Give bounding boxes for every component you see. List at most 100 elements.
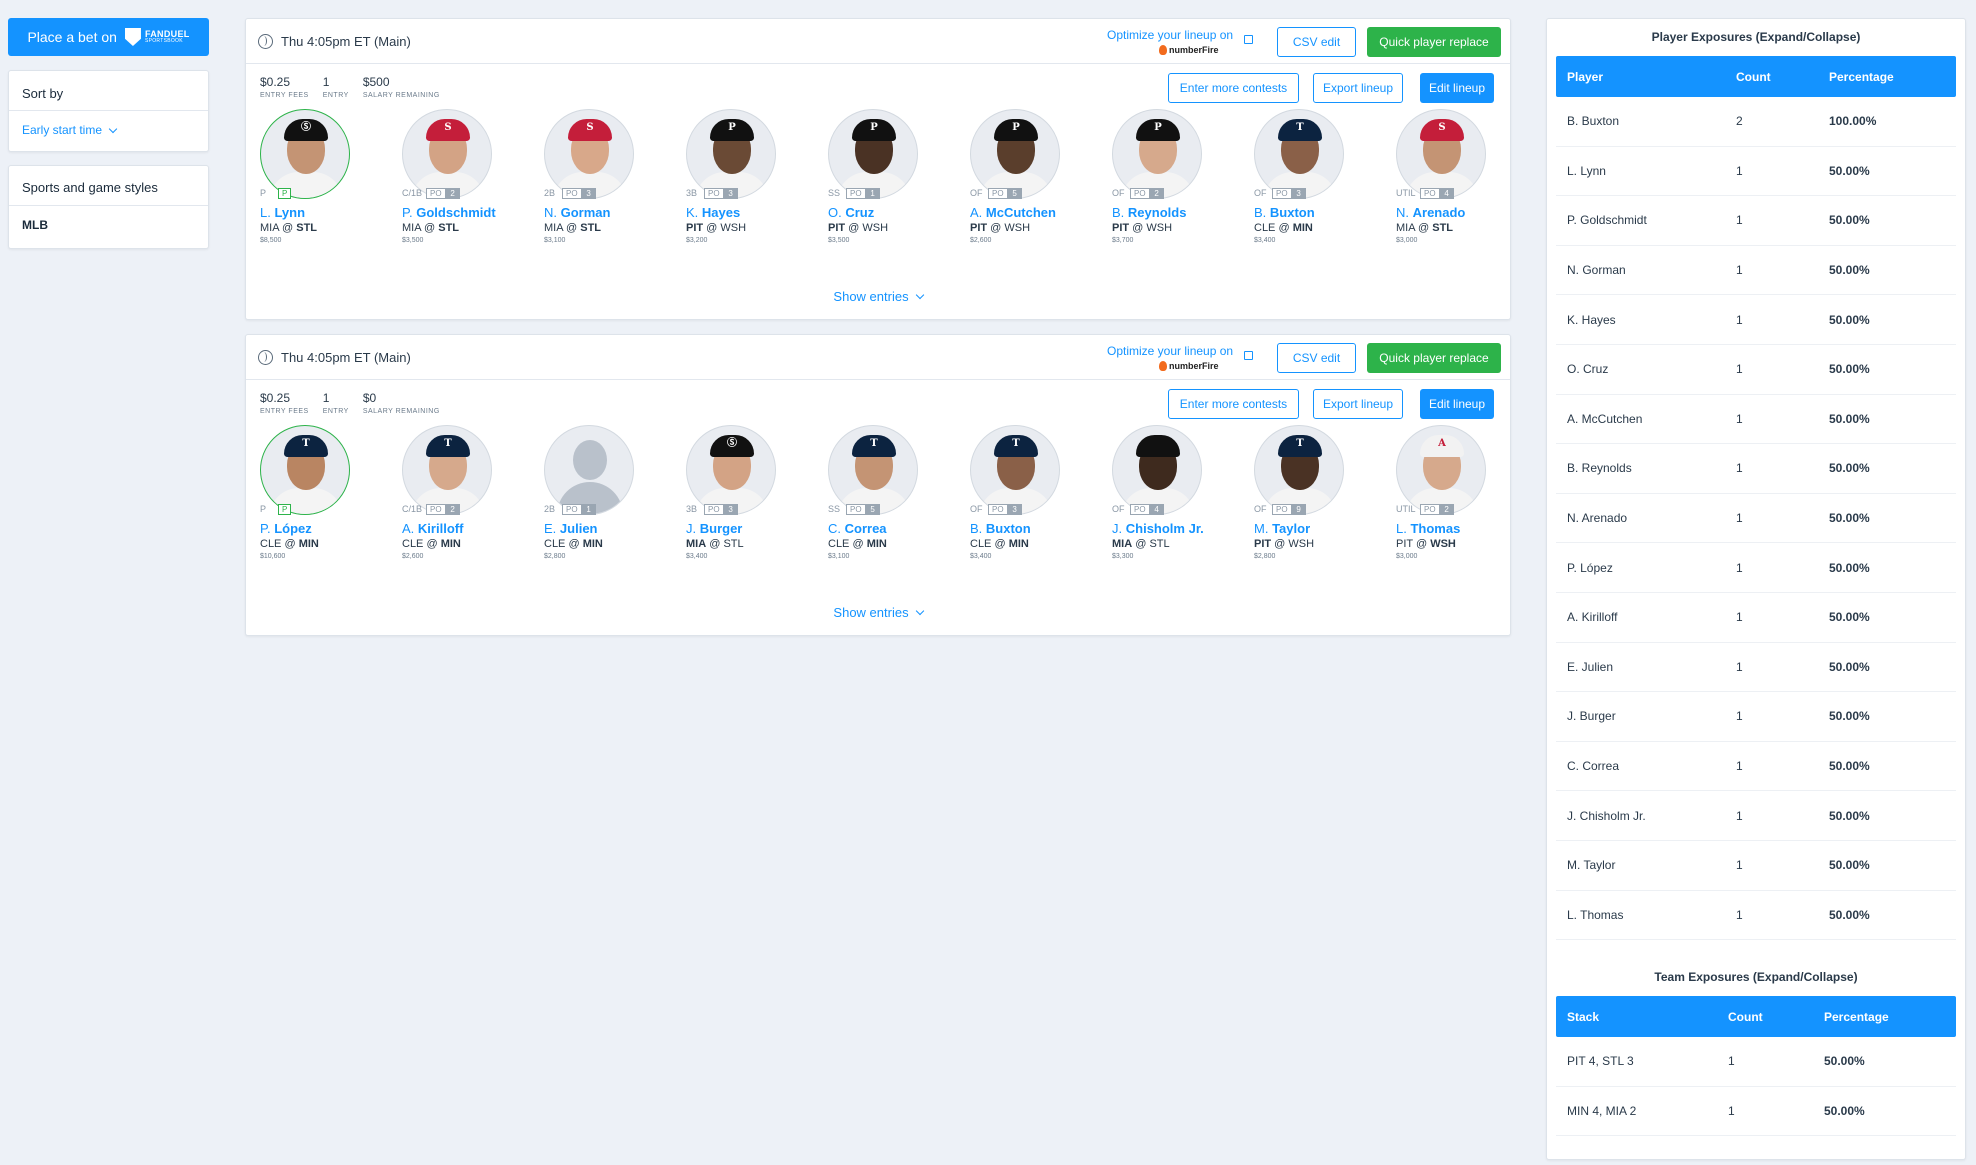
player-card[interactable]: S UTIL PO 4 N. Arenado MIA @ STL $3,000 [1396, 109, 1538, 244]
table-row[interactable]: P. Goldschmidt 1 50.00% [1556, 196, 1956, 246]
player-avatar[interactable]: P [828, 109, 918, 199]
player-tags: OF PO 4 [1112, 503, 1164, 515]
player-name[interactable]: M. Taylor [1254, 521, 1396, 536]
edit-lineup-button[interactable]: Edit lineup [1420, 73, 1494, 103]
table-row[interactable]: K. Hayes 1 50.00% [1556, 295, 1956, 345]
player-avatar[interactable]: P [686, 109, 776, 199]
team-cap-logo: P [1012, 122, 1020, 133]
player-card[interactable]: Ⓢ 3B PO 3 J. Burger MIA @ STL $3,400 [686, 425, 828, 560]
player-card[interactable]: T P P P. López CLE @ MIN $10,600 [260, 425, 402, 560]
player-name[interactable]: J. Burger [686, 521, 828, 536]
csv-edit-button[interactable]: CSV edit [1277, 343, 1356, 373]
player-avatar[interactable]: P [1112, 109, 1202, 199]
player-name[interactable]: E. Julien [544, 521, 686, 536]
player-name[interactable]: N. Arenado [1396, 205, 1538, 220]
player-name[interactable]: B. Buxton [970, 521, 1112, 536]
table-cell: 50.00% [1829, 659, 1870, 674]
enter-more-contests-button[interactable]: Enter more contests [1168, 73, 1299, 103]
player-name[interactable]: B. Buxton [1254, 205, 1396, 220]
table-row[interactable]: J. Burger 1 50.00% [1556, 692, 1956, 742]
edit-lineup-button[interactable]: Edit lineup [1420, 389, 1494, 419]
show-entries-toggle[interactable]: Show entries [246, 289, 1510, 304]
table-row[interactable]: N. Arenado 1 50.00% [1556, 494, 1956, 544]
sort-dropdown[interactable]: Early start time [9, 111, 208, 149]
player-name[interactable]: O. Cruz [828, 205, 970, 220]
quick-player-replace-button[interactable]: Quick player replace [1367, 27, 1501, 57]
player-card[interactable]: 2B PO 1 E. Julien CLE @ MIN $2,800 [544, 425, 686, 560]
table-row[interactable]: B. Reynolds 1 50.00% [1556, 444, 1956, 494]
player-name[interactable]: K. Hayes [686, 205, 828, 220]
enter-more-contests-button[interactable]: Enter more contests [1168, 389, 1299, 419]
export-lineup-button[interactable]: Export lineup [1313, 389, 1403, 419]
player-avatar[interactable]: S [544, 109, 634, 199]
csv-edit-button[interactable]: CSV edit [1277, 27, 1356, 57]
player-card[interactable]: S C/1B PO 2 P. Goldschmidt MIA @ STL $3,500 [402, 109, 544, 244]
table-row[interactable]: O. Cruz 1 50.00% [1556, 345, 1956, 395]
table-row[interactable]: PIT 4, STL 3 1 50.00% [1556, 1037, 1956, 1087]
export-lineup-button[interactable]: Export lineup [1313, 73, 1403, 103]
table-row[interactable]: E. Julien 1 50.00% [1556, 643, 1956, 693]
player-exposures-toggle[interactable]: Player Exposures (Expand/Collapse) [1547, 30, 1965, 44]
player-avatar[interactable] [1112, 425, 1202, 515]
player-avatar[interactable]: P [970, 109, 1060, 199]
table-row[interactable]: M. Taylor 1 50.00% [1556, 841, 1956, 891]
numberfire-optimize-link[interactable]: Optimize your lineup on numberFire [1107, 28, 1253, 55]
player-card[interactable]: OF PO 4 J. Chisholm Jr. MIA @ STL $3,300 [1112, 425, 1254, 560]
player-avatar[interactable]: T [970, 425, 1060, 515]
table-row[interactable]: L. Lynn 1 50.00% [1556, 147, 1956, 197]
player-card[interactable]: T C/1B PO 2 A. Kirilloff CLE @ MIN $2,600 [402, 425, 544, 560]
player-avatar[interactable] [544, 425, 634, 515]
player-name[interactable]: L. Thomas [1396, 521, 1538, 536]
player-card[interactable]: Ⓢ P P L. Lynn MIA @ STL $8,500 [260, 109, 402, 244]
player-name[interactable]: P. López [260, 521, 402, 536]
table-row[interactable]: P. López 1 50.00% [1556, 543, 1956, 593]
sport-filter-mlb[interactable]: MLB [9, 206, 208, 244]
lineup-card: Thu 4:05pm ET (Main) Optimize your lineu… [245, 18, 1511, 320]
table-row[interactable]: A. McCutchen 1 50.00% [1556, 395, 1956, 445]
table-row[interactable]: N. Gorman 1 50.00% [1556, 246, 1956, 296]
player-card[interactable]: A UTIL PO 2 L. Thomas PIT @ WSH $3,000 [1396, 425, 1538, 560]
team-exposures-toggle[interactable]: Team Exposures (Expand/Collapse) [1547, 970, 1965, 984]
player-avatar[interactable]: S [1396, 109, 1486, 199]
table-row[interactable]: L. Thomas 1 50.00% [1556, 891, 1956, 941]
player-name[interactable]: J. Chisholm Jr. [1112, 521, 1254, 536]
player-name[interactable]: C. Correa [828, 521, 970, 536]
player-avatar[interactable]: T [828, 425, 918, 515]
player-card[interactable]: P 3B PO 3 K. Hayes PIT @ WSH $3,200 [686, 109, 828, 244]
table-cell: 50.00% [1829, 808, 1870, 823]
table-row[interactable]: C. Correa 1 50.00% [1556, 742, 1956, 792]
player-last-name: Goldschmidt [416, 205, 496, 220]
place-bet-button[interactable]: Place a bet on FANDUEL SPORTSBOOK [8, 18, 209, 56]
player-name[interactable]: L. Lynn [260, 205, 402, 220]
player-card[interactable]: T OF PO 3 B. Buxton CLE @ MIN $3,400 [970, 425, 1112, 560]
numberfire-optimize-link[interactable]: Optimize your lineup on numberFire [1107, 344, 1253, 371]
player-avatar[interactable]: T [1254, 425, 1344, 515]
player-avatar[interactable]: Ⓢ [686, 425, 776, 515]
player-card[interactable]: P OF PO 5 A. McCutchen PIT @ WSH $2,600 [970, 109, 1112, 244]
player-card[interactable]: P OF PO 2 B. Reynolds PIT @ WSH $3,700 [1112, 109, 1254, 244]
player-avatar[interactable]: T [402, 425, 492, 515]
player-card[interactable]: S 2B PO 3 N. Gorman MIA @ STL $3,100 [544, 109, 686, 244]
home-team: WSH [1288, 538, 1315, 550]
player-avatar[interactable]: S [402, 109, 492, 199]
player-avatar[interactable]: T [1254, 109, 1344, 199]
player-name[interactable]: P. Goldschmidt [402, 205, 544, 220]
table-row[interactable]: J. Chisholm Jr. 1 50.00% [1556, 791, 1956, 841]
player-name[interactable]: A. Kirilloff [402, 521, 544, 536]
player-avatar[interactable]: Ⓢ [260, 109, 350, 199]
table-row[interactable]: B. Buxton 2 100.00% [1556, 97, 1956, 147]
show-entries-toggle[interactable]: Show entries [246, 605, 1510, 620]
player-card[interactable]: P SS PO 1 O. Cruz PIT @ WSH $3,500 [828, 109, 970, 244]
player-avatar[interactable]: T [260, 425, 350, 515]
player-name[interactable]: N. Gorman [544, 205, 686, 220]
player-tags: OF PO 3 [970, 503, 1022, 515]
player-card[interactable]: T OF PO 9 M. Taylor PIT @ WSH $2,800 [1254, 425, 1396, 560]
table-row[interactable]: A. Kirilloff 1 50.00% [1556, 593, 1956, 643]
table-row[interactable]: MIN 4, MIA 2 1 50.00% [1556, 1087, 1956, 1137]
player-name[interactable]: A. McCutchen [970, 205, 1112, 220]
quick-player-replace-button[interactable]: Quick player replace [1367, 343, 1501, 373]
player-card[interactable]: T OF PO 3 B. Buxton CLE @ MIN $3,400 [1254, 109, 1396, 244]
player-avatar[interactable]: A [1396, 425, 1486, 515]
player-name[interactable]: B. Reynolds [1112, 205, 1254, 220]
player-card[interactable]: T SS PO 5 C. Correa CLE @ MIN $3,100 [828, 425, 970, 560]
